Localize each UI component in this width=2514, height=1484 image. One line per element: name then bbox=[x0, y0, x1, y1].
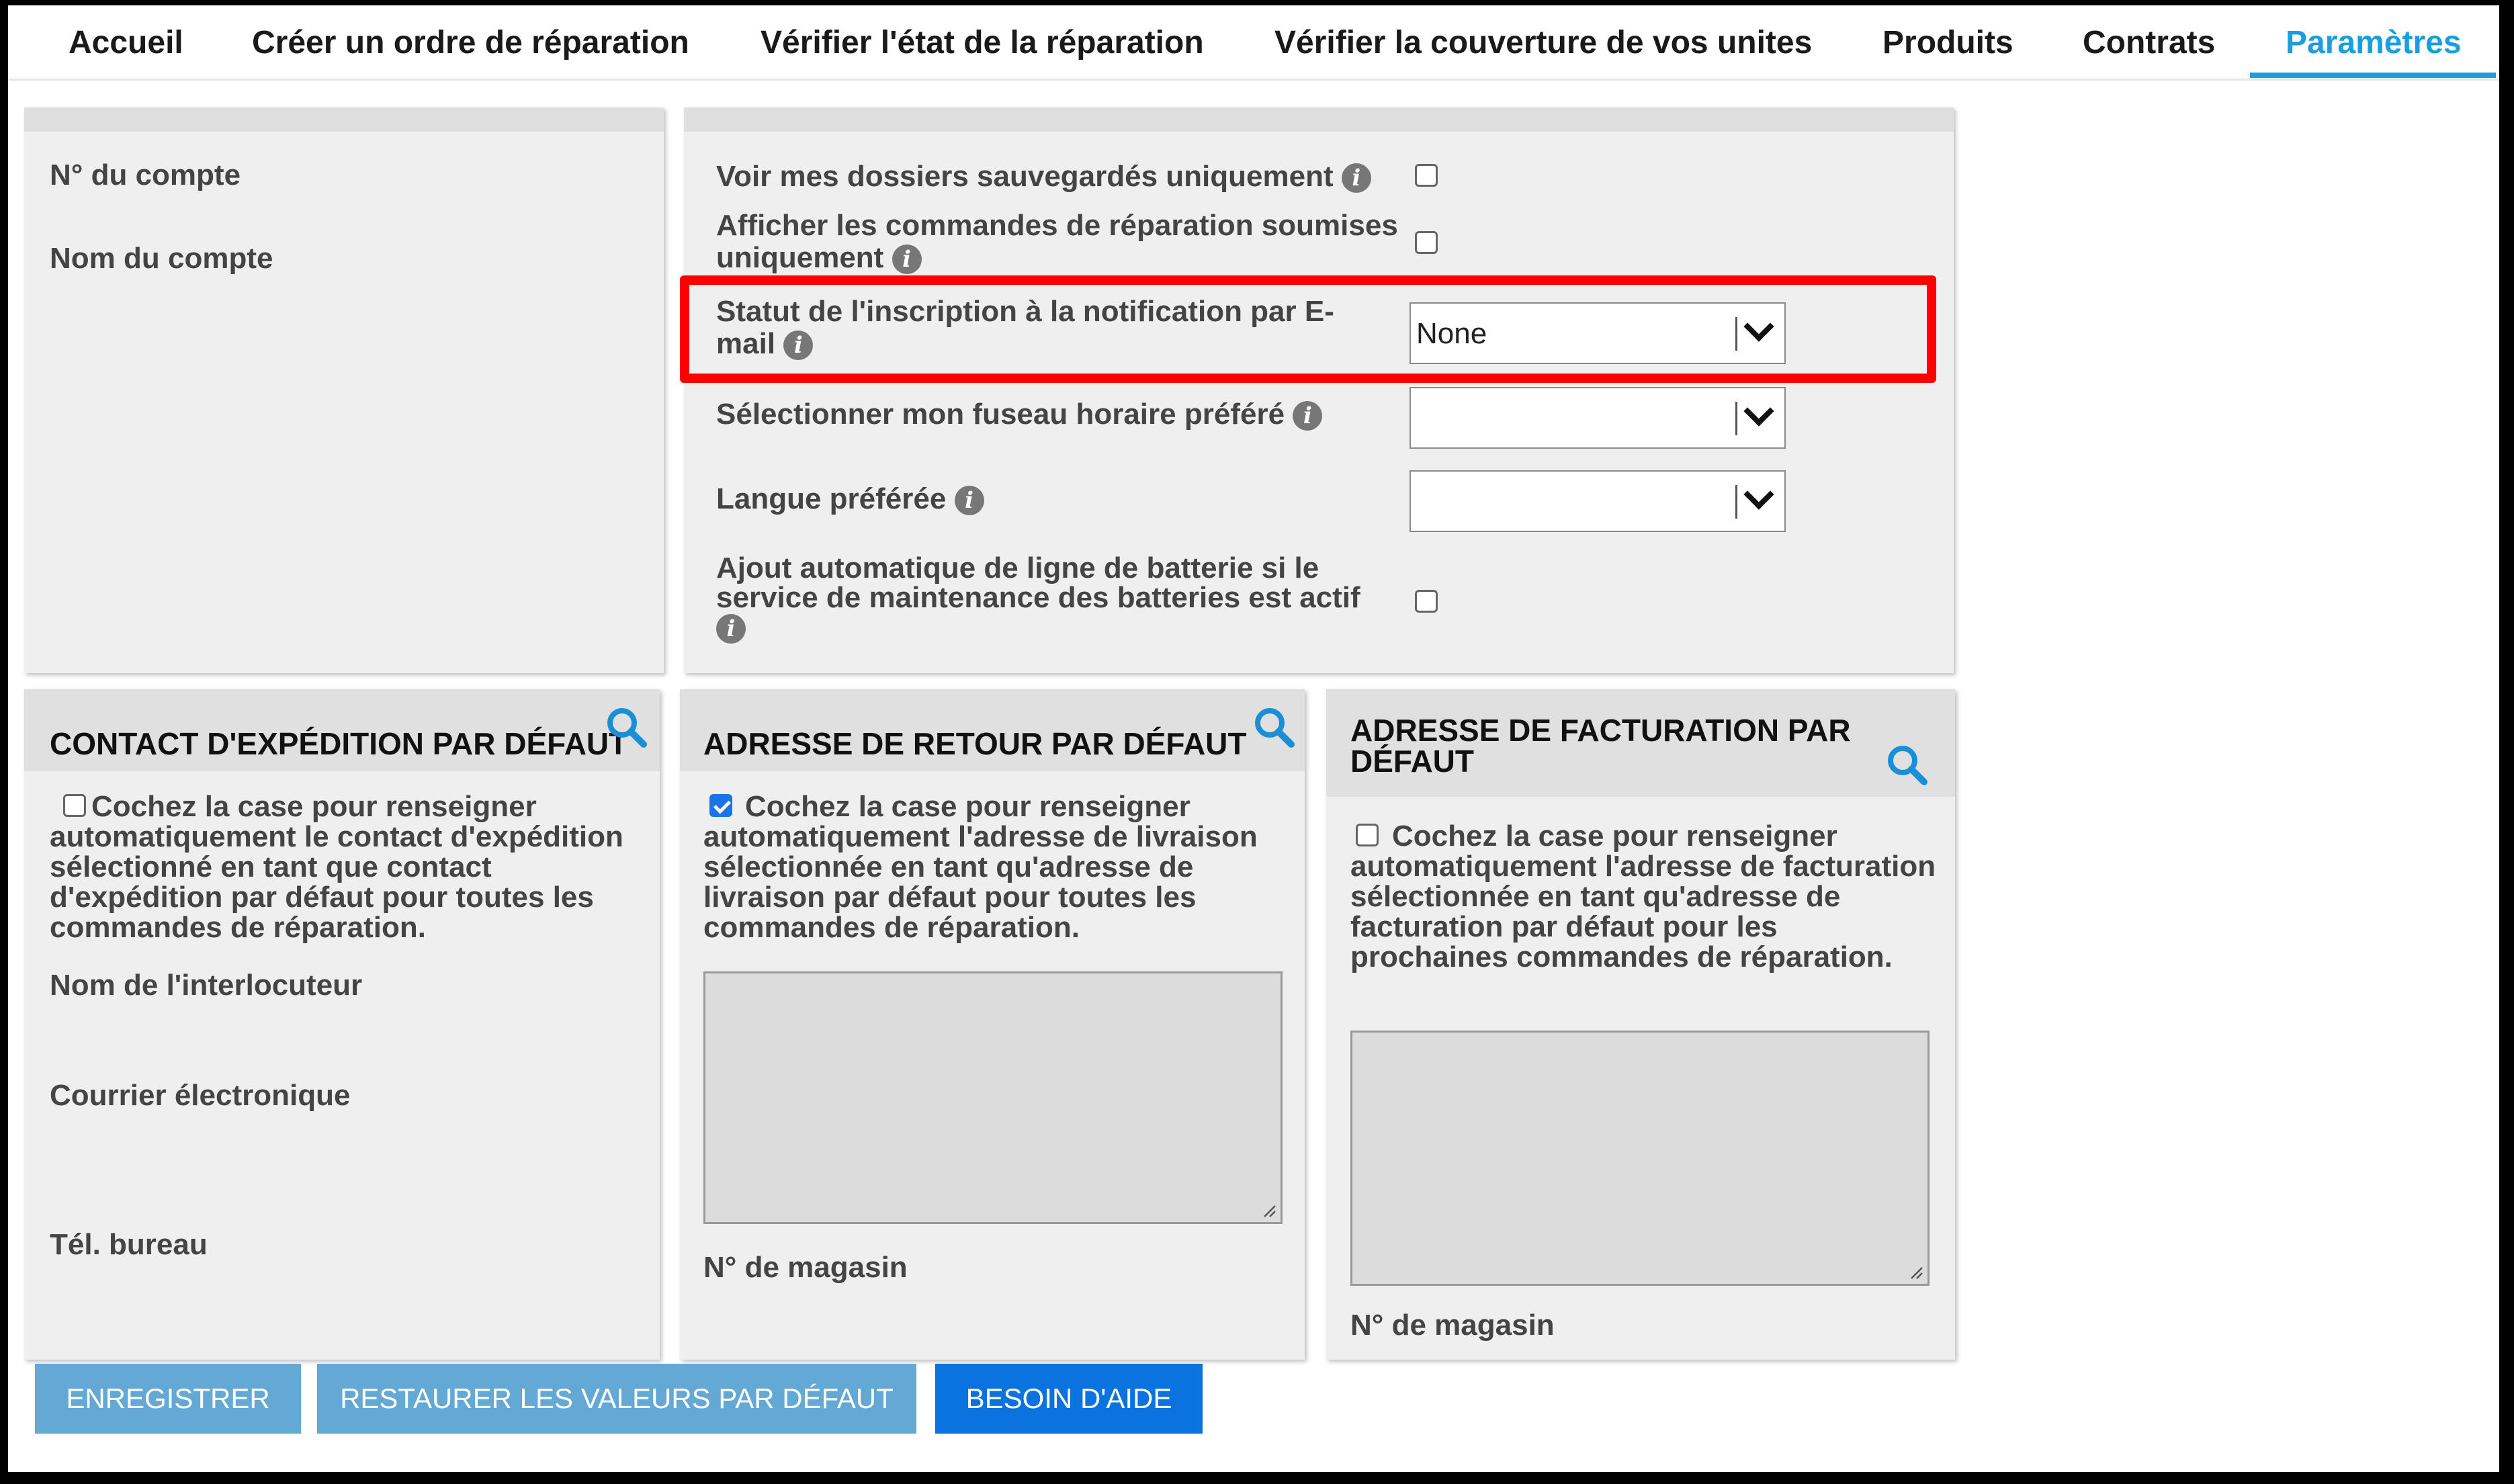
info-icon[interactable]: i bbox=[892, 245, 922, 275]
nav-check-repair-status[interactable]: Vérifier l'état de la réparation bbox=[761, 24, 1204, 61]
account-name-label: Nom du compte bbox=[50, 242, 273, 275]
email-label: Courrier électronique bbox=[50, 1079, 351, 1112]
billing-address-textarea[interactable] bbox=[1350, 1031, 1930, 1286]
store-number-label: N° de magasin bbox=[703, 1251, 908, 1284]
nav-home[interactable]: Accueil bbox=[69, 24, 183, 61]
nav-check-unit-coverage[interactable]: Vérifier la couverture de vos unites bbox=[1274, 24, 1812, 61]
search-icon[interactable] bbox=[1885, 743, 1928, 786]
account-panel: N° du compte Nom du compte bbox=[24, 107, 664, 673]
office-phone-label: Tél. bureau bbox=[50, 1228, 208, 1261]
resize-grip-icon[interactable] bbox=[1907, 1264, 1923, 1280]
battery-line-checkbox[interactable] bbox=[1415, 590, 1438, 613]
billing-address-description: Cochez la case pour renseigner automatiq… bbox=[1350, 820, 1936, 973]
language-text: Langue préférée bbox=[716, 482, 947, 515]
return-address-textarea[interactable] bbox=[703, 971, 1283, 1224]
billing-address-panel: ADRESSE DE FACTURATION PAR DÉFAUT Cochez… bbox=[1326, 689, 1955, 1360]
preferences-panel: Voir mes dossiers sauvegardés uniquement… bbox=[684, 107, 1954, 673]
contact-name-label: Nom de l'interlocuteur bbox=[50, 969, 363, 1002]
resize-grip-icon[interactable] bbox=[1260, 1202, 1276, 1218]
highlight-box bbox=[680, 275, 1936, 383]
help-button[interactable]: BESOIN D'AIDE bbox=[935, 1364, 1203, 1434]
info-icon[interactable]: i bbox=[1341, 163, 1371, 193]
store-number-label: N° de magasin bbox=[1350, 1309, 1555, 1342]
submitted-orders-label: Afficher les commandes de réparation sou… bbox=[716, 209, 1415, 275]
timezone-text: Sélectionner mon fuseau horaire préféré bbox=[716, 398, 1285, 431]
panel-header-bar bbox=[684, 107, 1954, 132]
battery-line-label: Ajout automatique de ligne de batterie s… bbox=[716, 554, 1395, 644]
save-button[interactable]: ENREGISTRER bbox=[35, 1364, 301, 1434]
info-icon[interactable]: i bbox=[716, 614, 746, 644]
nav-contracts[interactable]: Contrats bbox=[2083, 24, 2215, 61]
timezone-label: Sélectionner mon fuseau horaire préféré … bbox=[716, 398, 1323, 431]
app-frame: Accueil Créer un ordre de réparation Vér… bbox=[8, 5, 2499, 1472]
chevron-down-icon bbox=[1743, 396, 1774, 427]
select-separator bbox=[1735, 485, 1737, 519]
billing-address-title: ADRESSE DE FACTURATION PAR DÉFAUT bbox=[1350, 713, 1851, 779]
nav-create-repair-order[interactable]: Créer un ordre de réparation bbox=[252, 24, 689, 61]
nav-settings[interactable]: Paramètres bbox=[2286, 24, 2462, 61]
timezone-select[interactable] bbox=[1410, 387, 1786, 449]
return-address-description: Cochez la case pour renseigner automatiq… bbox=[703, 790, 1258, 944]
saved-files-checkbox[interactable] bbox=[1415, 164, 1438, 187]
search-icon[interactable] bbox=[1252, 705, 1295, 748]
nav-products[interactable]: Produits bbox=[1882, 24, 2013, 61]
restore-defaults-button[interactable]: RESTAURER LES VALEURS PAR DÉFAUT bbox=[317, 1364, 916, 1434]
shipping-contact-panel: CONTACT D'EXPÉDITION PAR DÉFAUT Cochez l… bbox=[24, 689, 660, 1360]
saved-files-text: Voir mes dossiers sauvegardés uniquement bbox=[716, 160, 1334, 193]
battery-line-text: Ajout automatique de ligne de batterie s… bbox=[716, 552, 1360, 614]
chevron-down-icon bbox=[1743, 479, 1774, 510]
top-navigation: Accueil Créer un ordre de réparation Vér… bbox=[8, 5, 2499, 81]
return-address-title: ADRESSE DE RETOUR PAR DÉFAUT bbox=[703, 726, 1247, 761]
panel-header-bar bbox=[24, 107, 664, 132]
shipping-contact-title: CONTACT D'EXPÉDITION PAR DÉFAUT bbox=[50, 726, 628, 761]
info-icon[interactable]: i bbox=[954, 486, 984, 516]
submitted-orders-checkbox[interactable] bbox=[1415, 231, 1438, 254]
info-icon[interactable]: i bbox=[1293, 401, 1323, 431]
select-separator bbox=[1735, 402, 1737, 435]
return-address-panel: ADRESSE DE RETOUR PAR DÉFAUT Cochez la c… bbox=[680, 689, 1305, 1360]
shipping-contact-description: Cochez la case pour renseigner automatiq… bbox=[50, 790, 623, 944]
saved-files-label: Voir mes dossiers sauvegardés uniquement… bbox=[716, 160, 1371, 193]
language-label: Langue préférée i bbox=[716, 482, 984, 516]
language-select[interactable] bbox=[1410, 470, 1786, 532]
search-icon[interactable] bbox=[605, 705, 648, 748]
active-tab-indicator bbox=[2250, 73, 2496, 78]
submitted-orders-text: Afficher les commandes de réparation sou… bbox=[716, 209, 1398, 274]
account-number-label: N° du compte bbox=[50, 159, 241, 191]
